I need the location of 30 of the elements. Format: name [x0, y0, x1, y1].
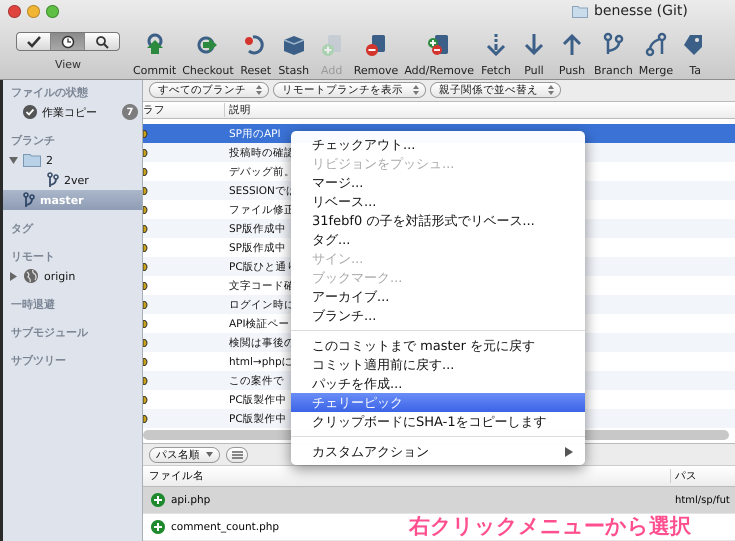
view-label: View	[54, 58, 82, 71]
commit-message: SP版作成中	[229, 222, 286, 236]
commit-message: 投稿時の確認	[229, 146, 295, 160]
sidebar-section-title: タグ	[10, 221, 34, 237]
sidebar-section-title: サブモジュール	[10, 325, 89, 341]
commit-message: ログイン時に	[229, 298, 295, 312]
commit-message: PC版製作中	[229, 392, 287, 407]
sidebar-section-title: ファイルの状態	[10, 85, 89, 101]
sidebar-section-title: ブランチ	[10, 133, 56, 149]
commit-message: ファイル修正	[229, 202, 295, 217]
window-title: benesse (Git)	[594, 3, 688, 19]
commit-message: SP版作成中	[229, 240, 286, 255]
sidebar-section-title: リモート	[10, 249, 56, 265]
commit-message: html→phpに	[229, 354, 293, 369]
commit-message: API検証ペー	[229, 316, 290, 331]
file-name: comment_count.php	[171, 521, 280, 534]
commit-message: SP用のAPI	[229, 126, 281, 141]
commit-message: PC版製作中	[229, 412, 287, 426]
sidebar-section-title: 一時退避	[10, 297, 56, 313]
annotation-caption: 右クリックメニューから選択	[409, 514, 691, 540]
commit-message: 文字コード確	[229, 278, 295, 293]
commit-message: デバッグ前。	[229, 164, 295, 179]
commit-message: SESSIONでは	[229, 184, 297, 198]
commit-message: 検閲は事後の	[229, 336, 295, 350]
file-path: html/sp/fut	[675, 494, 731, 506]
sidebar-section-title: サブツリー	[10, 353, 67, 369]
count-badge: 7	[122, 104, 138, 120]
commit-message: PC版ひと通り	[229, 260, 298, 274]
commit-message: この案件で	[229, 374, 284, 388]
file-name: api.php	[171, 494, 210, 506]
